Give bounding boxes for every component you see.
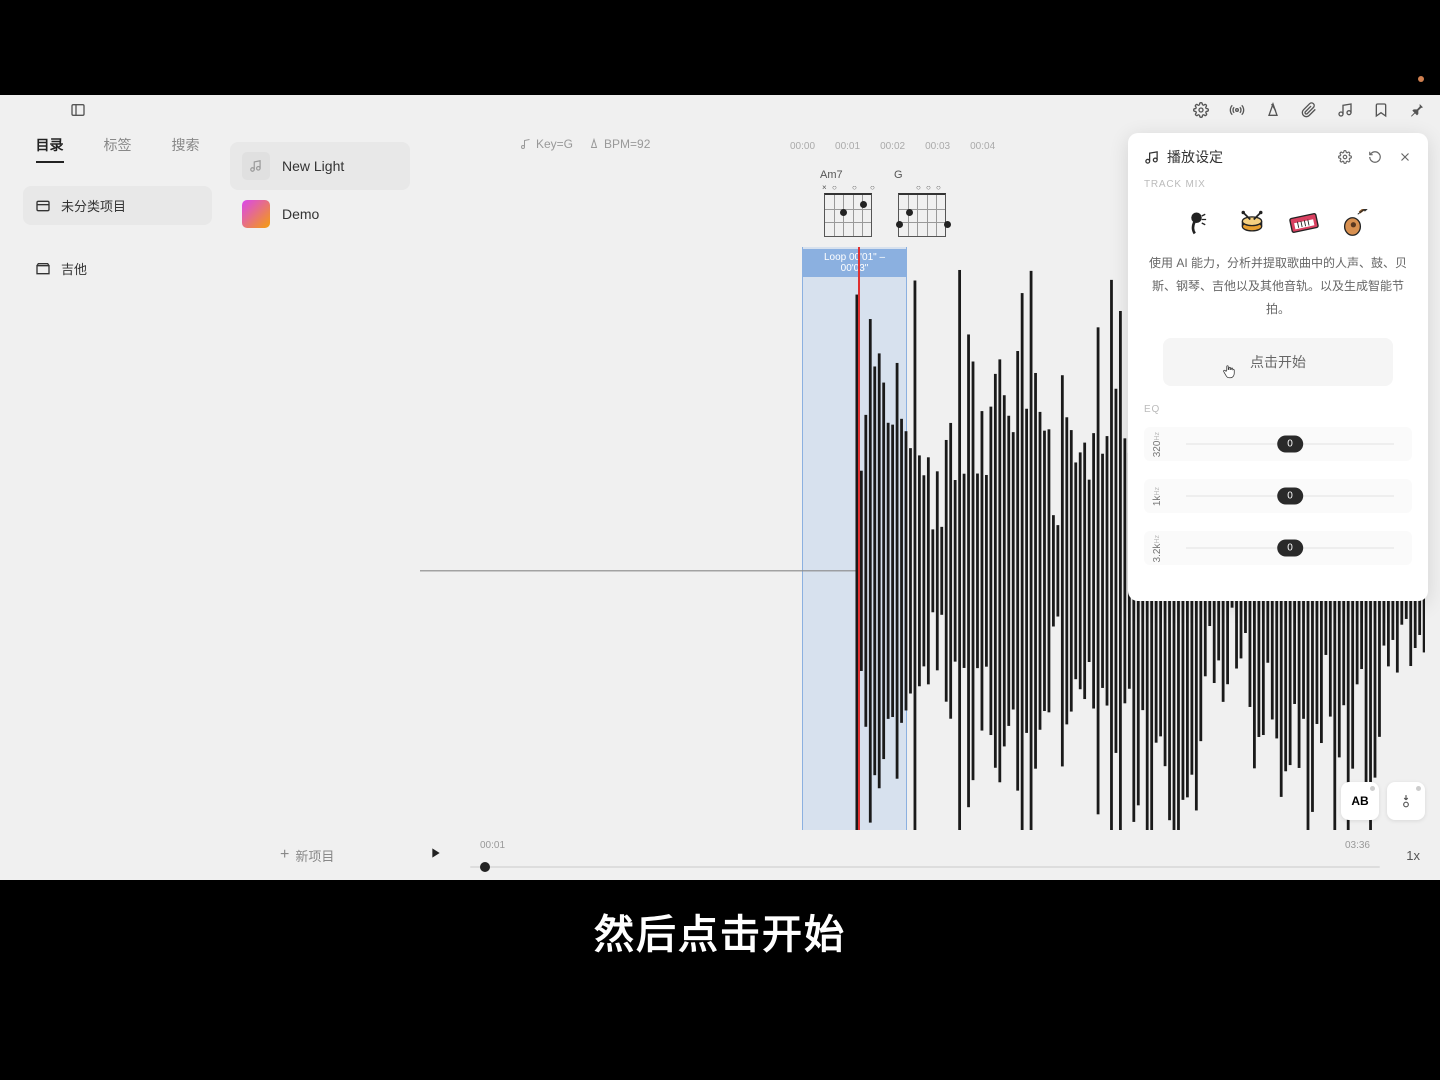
cursor-icon [1220, 362, 1238, 380]
tab-directory[interactable]: 目录 [36, 135, 64, 163]
sidebar-items: 未分类项目 吉他 [15, 171, 220, 303]
music-icon[interactable] [1337, 102, 1353, 118]
key-display[interactable]: Key=G [520, 137, 573, 151]
time-tick: 00:03 [925, 141, 950, 152]
panel-reset-icon[interactable] [1368, 150, 1382, 164]
progress-handle[interactable] [480, 862, 490, 872]
playhead[interactable] [858, 247, 860, 830]
eq-label: EQ [1144, 404, 1412, 415]
pin-icon[interactable] [1409, 102, 1425, 118]
progress-track [470, 866, 1380, 868]
recording-indicator [1418, 76, 1424, 82]
chord-g[interactable]: G ○ ○ ○ [894, 169, 950, 237]
attachment-icon[interactable] [1301, 102, 1317, 118]
panel-gear-icon[interactable] [1338, 150, 1352, 164]
sidebar-item-label: 吉他 [61, 259, 87, 278]
fret-diagram: × ○ ○ ○ [820, 185, 876, 237]
eq-band-320: 320Hz 0 [1144, 427, 1412, 461]
eq-band-3-2k: 3.2kHz 0 [1144, 531, 1412, 565]
song-thumbnail [242, 152, 270, 180]
drum-icon [1237, 208, 1267, 238]
eq-value[interactable]: 0 [1277, 436, 1303, 453]
music-note-icon [1144, 150, 1159, 165]
time-tick: 00:01 [835, 141, 860, 152]
bookmark-icon[interactable] [1373, 102, 1389, 118]
speed-button[interactable]: 1x [1406, 848, 1420, 863]
eq-value[interactable]: 0 [1277, 540, 1303, 557]
transport-bar: + 新项目 00:01 03:36 1x [0, 830, 1440, 880]
eq-freq-label: 3.2kHz [1152, 535, 1176, 562]
bpm-display[interactable]: BPM=92 [588, 137, 650, 151]
bpm-value: BPM=92 [604, 137, 650, 151]
song-item-demo[interactable]: Demo [230, 190, 410, 238]
panel-close-icon[interactable] [1398, 150, 1412, 164]
sidebar-item-uncategorized[interactable]: 未分类项目 [23, 186, 212, 225]
panel-actions [1338, 150, 1412, 164]
time-tick: 00:04 [970, 141, 995, 152]
song-thumbnail [242, 200, 270, 228]
key-bpm-display: Key=G BPM=92 [520, 137, 650, 151]
time-total: 03:36 [1345, 840, 1370, 851]
new-project-label: 新项目 [295, 846, 334, 865]
start-label: 点击开始 [1250, 352, 1306, 372]
ab-loop-button[interactable]: AB [1341, 782, 1379, 820]
guitar-icon [1341, 208, 1371, 238]
settings-icon[interactable] [1193, 102, 1209, 118]
sidebar: 目录 标签 搜索 未分类项目 吉他 [15, 127, 220, 830]
song-item-newlight[interactable]: New Light [230, 142, 410, 190]
trackmix-description: 使用 AI 能力，分析并提取歌曲中的人声、鼓、贝斯、钢琴、吉他以及其他音轨。以及… [1144, 252, 1412, 320]
instrument-icons [1144, 208, 1412, 238]
eq-slider[interactable]: 0 [1186, 443, 1394, 445]
sidebar-toggle-icon[interactable] [70, 102, 86, 118]
floating-buttons: AB [1341, 782, 1425, 820]
tab-search[interactable]: 搜索 [172, 135, 200, 163]
ab-label: AB [1351, 794, 1368, 808]
time-tick: 00:00 [790, 141, 815, 152]
video-subtitle: 然后点击开始 [594, 902, 846, 960]
song-list: New Light Demo [220, 127, 420, 830]
time-tick: 00:02 [880, 141, 905, 152]
song-name: New Light [282, 158, 344, 174]
sidebar-tabs: 目录 标签 搜索 [15, 127, 220, 171]
sidebar-item-guitar[interactable]: 吉他 [23, 249, 212, 288]
vocal-icon [1185, 208, 1215, 238]
marker-button[interactable] [1387, 782, 1425, 820]
new-project-button[interactable]: + 新项目 [280, 846, 334, 865]
play-button[interactable] [427, 845, 443, 866]
sidebar-item-label: 未分类项目 [61, 196, 126, 215]
top-toolbar [0, 95, 1440, 125]
key-value: Key=G [536, 137, 573, 151]
playback-settings-panel: 播放设定 TRACK MIX 使用 AI 能力，分析并提取歌曲中的人声、鼓、贝斯… [1128, 133, 1428, 601]
eq-slider[interactable]: 0 [1186, 547, 1394, 549]
panel-title: 播放设定 [1144, 147, 1223, 167]
start-button[interactable]: 点击开始 [1163, 338, 1393, 386]
chord-label: Am7 [820, 169, 843, 181]
keyboard-icon [1289, 208, 1319, 238]
eq-band-1k: 1kHz 0 [1144, 479, 1412, 513]
song-name: Demo [282, 206, 319, 222]
chord-diagrams: Am7 × ○ ○ ○ G [820, 169, 950, 237]
eq-freq-label: 320Hz [1152, 432, 1176, 457]
eq-value[interactable]: 0 [1277, 488, 1303, 505]
metronome-icon[interactable] [1265, 102, 1281, 118]
eq-freq-label: 1kHz [1152, 487, 1176, 506]
broadcast-icon[interactable] [1229, 102, 1245, 118]
panel-title-text: 播放设定 [1167, 147, 1223, 167]
time-current: 00:01 [480, 840, 505, 851]
eq-slider[interactable]: 0 [1186, 495, 1394, 497]
chord-label: G [894, 169, 903, 181]
tab-tags[interactable]: 标签 [104, 135, 132, 163]
chord-am7[interactable]: Am7 × ○ ○ ○ [820, 169, 876, 237]
fret-diagram: ○ ○ ○ [894, 185, 950, 237]
trackmix-label: TRACK MIX [1144, 179, 1412, 190]
panel-header: 播放设定 [1144, 147, 1412, 167]
